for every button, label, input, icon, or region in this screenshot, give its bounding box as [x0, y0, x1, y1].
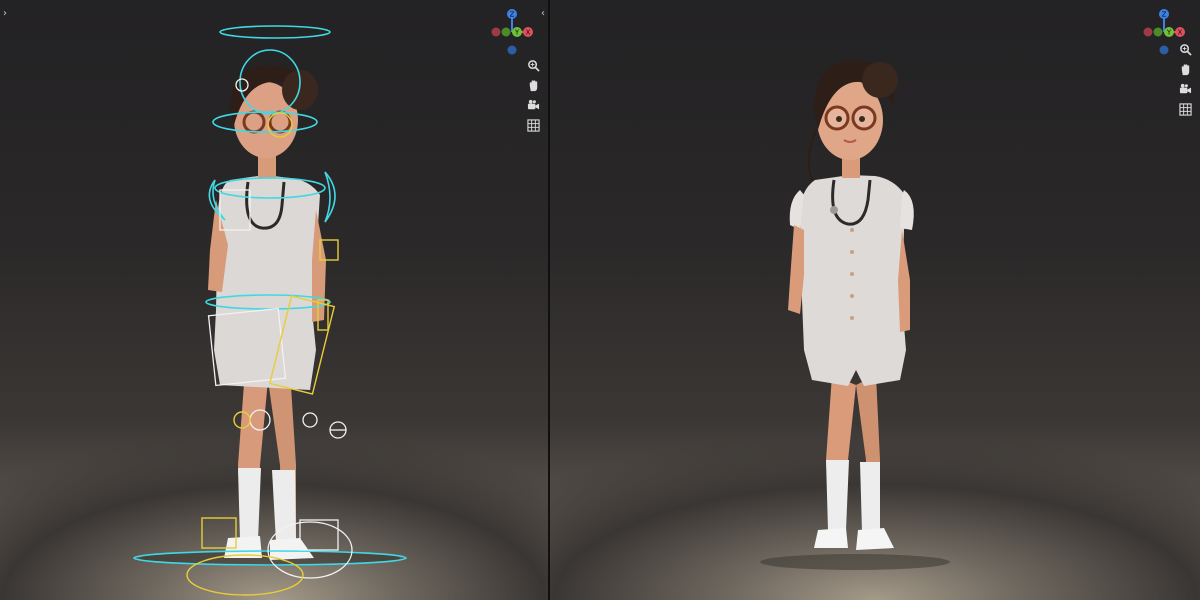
stethoscope-chestpiece [830, 206, 838, 214]
eye-left [836, 116, 842, 122]
x-label: X [1178, 29, 1183, 37]
pan-button[interactable] [1178, 62, 1192, 76]
zoom-button[interactable] [1178, 42, 1192, 56]
sleeve-right [900, 190, 914, 230]
viewport-left[interactable]: › ‹ Z X Y [0, 0, 548, 600]
neg-y-handle[interactable] [1153, 27, 1163, 37]
rendered-character[interactable] [760, 30, 960, 580]
grid-button[interactable] [526, 118, 540, 132]
neg-z-handle[interactable] [1159, 45, 1169, 55]
camera-button[interactable] [1178, 82, 1192, 96]
x-label: X [526, 29, 531, 37]
camera-button[interactable] [526, 98, 540, 112]
zoom-icon [527, 59, 540, 72]
rig-knee-right[interactable] [302, 412, 318, 428]
grid-icon [1178, 102, 1192, 116]
chevron-right-icon[interactable]: › [3, 8, 7, 19]
sock-right [860, 462, 880, 532]
rig-root-head-control[interactable] [219, 25, 331, 39]
nav-toolbar [526, 58, 540, 132]
blender-app: › ‹ Z X Y Z X Y [0, 0, 1200, 600]
rig-shoulder-right[interactable] [324, 171, 336, 223]
rigged-character[interactable] [130, 10, 430, 600]
sock-left [826, 460, 849, 530]
shoe-right [856, 528, 894, 550]
grid-icon [526, 118, 540, 132]
pan-button[interactable] [526, 78, 540, 92]
viewport-right[interactable]: Z X Y [550, 0, 1200, 600]
hair-strand [807, 129, 817, 181]
camera-icon [527, 99, 539, 109]
camera-icon [1179, 83, 1191, 93]
zoom-button[interactable] [526, 58, 540, 72]
zoom-icon [1179, 43, 1192, 56]
hair-bun [862, 62, 898, 98]
uniform [800, 175, 910, 386]
z-label: Z [1162, 11, 1167, 19]
eye-right [859, 116, 865, 122]
nav-toolbar [1178, 42, 1192, 116]
z-label: Z [510, 11, 515, 19]
shoe-left [814, 528, 848, 548]
y-label: Y [1166, 29, 1172, 37]
neg-y-handle[interactable] [501, 27, 511, 37]
ground-shadow [760, 554, 950, 570]
navigation-gizmo[interactable]: Z X Y [484, 4, 542, 64]
rig-foot-right-box[interactable] [299, 519, 339, 551]
grid-button[interactable] [1178, 102, 1192, 116]
shoe-right [270, 538, 314, 560]
pan-hand-icon [529, 79, 537, 91]
arm-left [788, 225, 804, 314]
sock-right [272, 470, 296, 542]
y-label: Y [514, 29, 520, 37]
uniform [214, 175, 320, 390]
neg-x-handle[interactable] [491, 27, 501, 37]
sock-left [238, 468, 261, 540]
neg-x-handle[interactable] [1143, 27, 1153, 37]
pan-hand-icon [1181, 63, 1189, 75]
neg-z-handle[interactable] [507, 45, 517, 55]
